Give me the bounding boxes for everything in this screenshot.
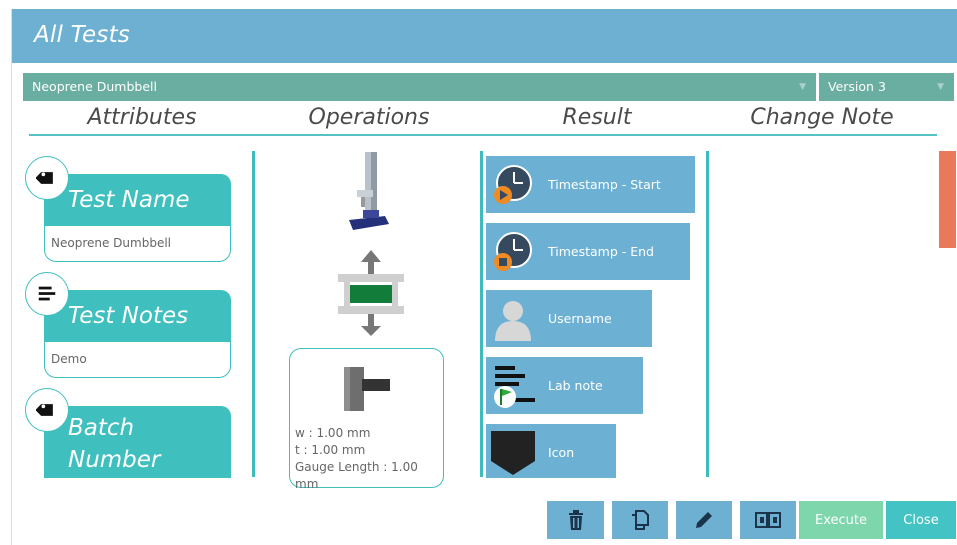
column-header-result: Result: [562, 105, 632, 130]
chevron-down-icon: ▼: [799, 82, 806, 92]
attribute-value[interactable]: Demo: [44, 342, 231, 378]
specimen-gauge-card[interactable]: w : 1.00 mm t : 1.00 mm Gauge Length : 1…: [289, 348, 444, 491]
column-header-operations: Operations: [308, 105, 430, 130]
attribute-label: Test Name: [44, 174, 231, 226]
result-icon[interactable]: Icon: [486, 424, 616, 478]
result-timestamp-start[interactable]: Timestamp - Start: [486, 156, 695, 213]
column-divider: [480, 151, 483, 477]
result-label: Timestamp - Start: [548, 177, 661, 192]
all-tests-window: All Tests Neoprene Dumbbell ▼ Version 3 …: [11, 9, 957, 545]
compression-fixture-icon[interactable]: [336, 250, 406, 340]
version-select[interactable]: Version 3 ▼: [819, 73, 954, 101]
compare-button[interactable]: [740, 501, 796, 539]
attribute-card-test-notes[interactable]: Test Notes Demo: [25, 272, 231, 378]
text-lines-icon: [25, 272, 69, 316]
result-label: Username: [548, 311, 612, 326]
gauge-dimensions: w : 1.00 mm t : 1.00 mm Gauge Length : 1…: [295, 425, 443, 493]
gauge-thickness: t : 1.00 mm: [295, 443, 366, 457]
chevron-down-icon: ▼: [937, 82, 944, 92]
result-label: Icon: [548, 445, 575, 460]
result-label: Timestamp - End: [548, 244, 654, 259]
attribute-card-batch-number[interactable]: Batch Number: [44, 406, 231, 478]
test-select[interactable]: Neoprene Dumbbell ▼: [23, 73, 816, 101]
result-lab-note[interactable]: Lab note: [486, 357, 643, 414]
result-label: Lab note: [548, 378, 603, 393]
edit-button[interactable]: [676, 501, 732, 539]
delete-button[interactable]: [547, 501, 604, 539]
specimen-icon: [342, 365, 392, 417]
column-header-change-note: Change Note: [750, 105, 894, 130]
user-icon: [495, 301, 531, 341]
scrollbar-thumb[interactable]: [939, 151, 956, 248]
result-timestamp-end[interactable]: Timestamp - End: [486, 223, 690, 280]
version-select-value: Version 3: [828, 79, 886, 94]
compare-icon: [755, 512, 781, 528]
column-divider: [706, 151, 709, 477]
close-button[interactable]: Close: [886, 501, 956, 539]
window-title: All Tests: [34, 22, 130, 48]
clock-play-icon: [494, 165, 532, 204]
copy-button[interactable]: [612, 501, 668, 539]
test-select-value: Neoprene Dumbbell: [32, 79, 157, 94]
tensile-tester-icon[interactable]: [343, 150, 395, 236]
header-divider: [29, 134, 937, 136]
clock-stop-icon: [494, 232, 532, 271]
pencil-icon: [696, 512, 712, 528]
attribute-label: Test Notes: [44, 290, 231, 342]
column-divider: [252, 151, 255, 477]
gauge-length: Gauge Length : 1.00 mm: [295, 460, 418, 491]
icon-placeholder-icon: [491, 431, 535, 475]
tag-icon: [25, 388, 69, 432]
trash-icon: [568, 510, 583, 530]
execute-button[interactable]: Execute: [799, 501, 883, 539]
tag-icon: [25, 156, 69, 200]
attribute-card-test-name[interactable]: Test Name Neoprene Dumbbell: [25, 156, 231, 262]
note-flag-icon: [494, 366, 535, 408]
column-header-attributes: Attributes: [87, 105, 197, 130]
title-bar: All Tests: [12, 9, 957, 63]
result-username[interactable]: Username: [486, 290, 652, 347]
attribute-label: Batch Number: [44, 406, 231, 478]
copy-icon: [632, 510, 649, 530]
attribute-value[interactable]: Neoprene Dumbbell: [44, 226, 231, 262]
gauge-width: w : 1.00 mm: [295, 426, 371, 440]
